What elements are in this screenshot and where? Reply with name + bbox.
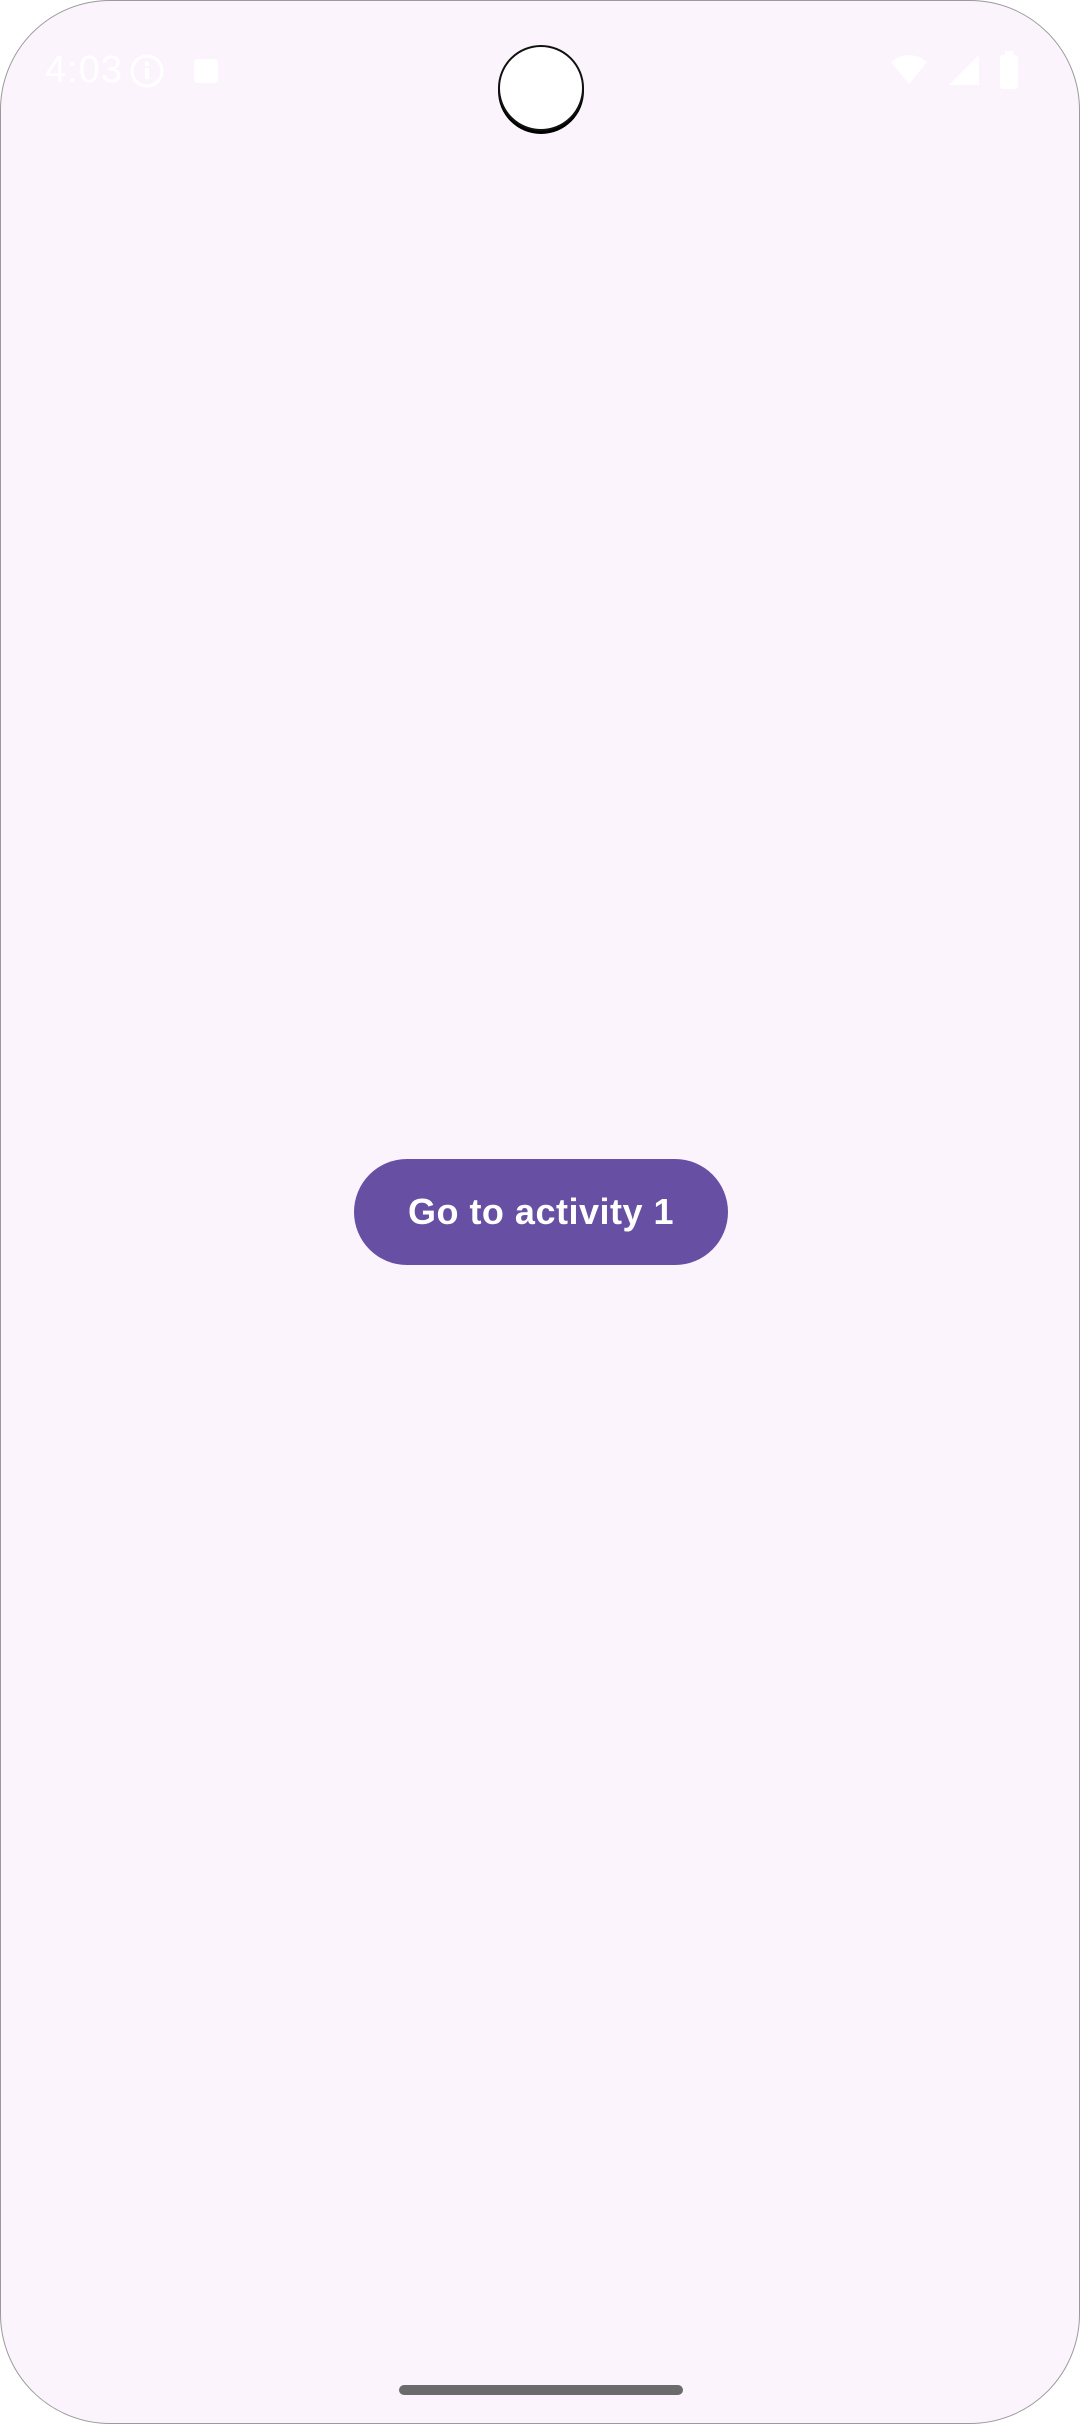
camera-cutout [498, 45, 584, 131]
info-circle-icon [129, 53, 165, 94]
status-right-icons [889, 51, 1019, 94]
notification-square-icon [191, 56, 221, 91]
phone-screen: 4:03 Go to activity 1 [0, 0, 1080, 2424]
status-bar: 4:03 [1, 1, 1079, 141]
battery-icon [999, 51, 1019, 94]
status-time: 4:03 [45, 49, 123, 91]
home-indicator[interactable] [399, 2385, 683, 2395]
status-left-icons [129, 53, 221, 94]
go-to-activity-button[interactable]: Go to activity 1 [354, 1159, 728, 1265]
wifi-icon [889, 54, 929, 91]
cellular-signal-icon [947, 53, 981, 92]
